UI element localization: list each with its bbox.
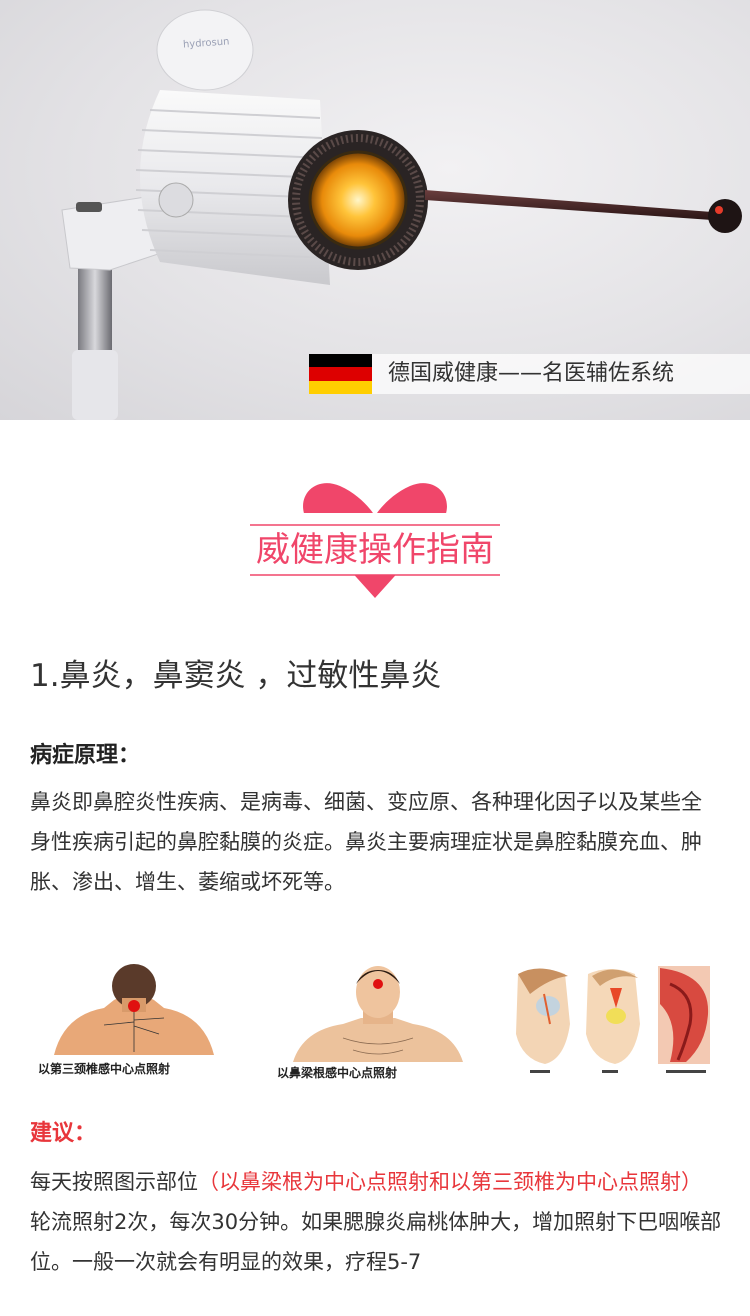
advice-highlight: （以鼻梁根为中心点照射和以第三颈椎为中心点照射）: [198, 1170, 702, 1194]
hero-image: 德国威健康——名医辅佐系统 hydrosun: [0, 0, 750, 420]
advice-label: 建议：: [30, 1121, 97, 1146]
figure-face-front: 以鼻梁根感中心点照射: [277, 962, 473, 1080]
advice-text: 每天按照图示部位（以鼻梁根为中心点照射和以第三颈椎为中心点照射） 轮流照射2次，每…: [30, 1162, 722, 1282]
figure-caption: 以第三颈椎感中心点照射: [38, 1062, 171, 1076]
figure-sinus-anatomy: [510, 964, 712, 1084]
acupoint-marker: [128, 1000, 140, 1012]
hero-caption: 德国威健康——名医辅佐系统: [388, 361, 675, 386]
guide-heading: 威健康操作指南: [256, 530, 494, 570]
acupoint-marker: [373, 979, 383, 989]
german-flag-icon: [309, 354, 372, 394]
section-title: 1.鼻炎，鼻窦炎 ，过敏性鼻炎: [30, 658, 442, 694]
advice-text-start: 每天按照图示部位: [30, 1170, 198, 1194]
figure-caption: 以鼻梁根感中心点照射: [277, 1066, 398, 1080]
figure-back-neck: 以第三颈椎感中心点照射: [34, 960, 234, 1076]
principle-label: 病症原理：: [30, 743, 141, 768]
advice-text-end: 轮流照射2次，每次30分钟。如果腮腺炎扁桃体肿大，增加照射下巴咽喉部位。一般一次…: [30, 1210, 722, 1274]
principle-text: 鼻炎即鼻腔炎性疾病、是病毒、细菌、变应原、各种理化因子以及某些全身性疾病引起的鼻…: [30, 790, 702, 894]
